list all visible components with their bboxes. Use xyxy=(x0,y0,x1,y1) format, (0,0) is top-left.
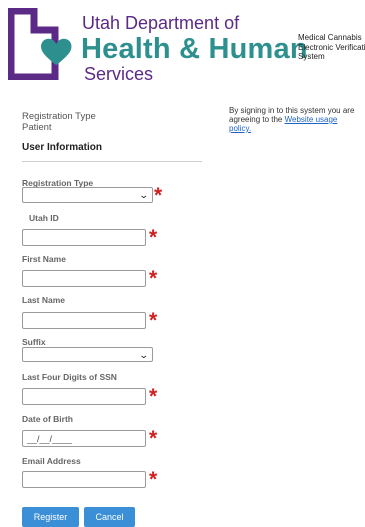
logo-text-line3: Services xyxy=(84,64,154,84)
system-name: Medical Cannabis Electronic Verification… xyxy=(298,33,365,62)
required-asterisk: * xyxy=(149,427,158,450)
register-button[interactable]: Register xyxy=(22,507,79,527)
required-asterisk: * xyxy=(149,267,158,290)
section-divider xyxy=(22,161,202,162)
section-title-user-information: User Information xyxy=(22,142,103,153)
chevron-down-icon: ⌄ xyxy=(139,190,150,200)
system-name-line3: System xyxy=(298,52,325,61)
registration-type-value: Patient xyxy=(22,122,52,133)
required-asterisk: * xyxy=(149,309,158,332)
registration-type-select[interactable]: ⌄ xyxy=(22,187,153,203)
suffix-label: Suffix xyxy=(22,337,46,347)
last-name-input[interactable] xyxy=(22,312,146,329)
ssn-last-four-label: Last Four Digits of SSN xyxy=(22,372,117,382)
last-name-label: Last Name xyxy=(22,295,65,305)
usage-notice: By signing in to this system you are agr… xyxy=(229,106,359,133)
cancel-button[interactable]: Cancel xyxy=(84,507,135,527)
system-name-line1: Medical Cannabis xyxy=(298,33,362,42)
logo-text-line2: Health & Human xyxy=(81,33,308,65)
first-name-input[interactable] xyxy=(22,270,146,287)
required-asterisk: * xyxy=(149,226,158,249)
utah-id-input[interactable] xyxy=(22,229,146,246)
required-asterisk: * xyxy=(149,468,158,491)
required-asterisk: * xyxy=(154,184,163,207)
system-name-line2: Electronic Verification xyxy=(298,42,365,52)
first-name-label: First Name xyxy=(22,254,66,264)
utah-id-label: Utah ID xyxy=(29,213,59,223)
ssn-last-four-input[interactable] xyxy=(22,388,146,405)
email-address-label: Email Address xyxy=(22,456,81,466)
logo-text-line1: Utah Department of xyxy=(82,13,240,33)
required-asterisk: * xyxy=(149,385,158,408)
date-of-birth-input[interactable] xyxy=(22,430,146,447)
utah-state-logo-icon xyxy=(7,7,76,81)
chevron-down-icon: ⌄ xyxy=(139,349,150,360)
date-of-birth-label: Date of Birth xyxy=(22,414,73,424)
suffix-select[interactable]: ⌄ xyxy=(22,347,153,362)
registration-type-heading: Registration Type xyxy=(22,111,96,122)
email-address-input[interactable] xyxy=(22,471,146,488)
